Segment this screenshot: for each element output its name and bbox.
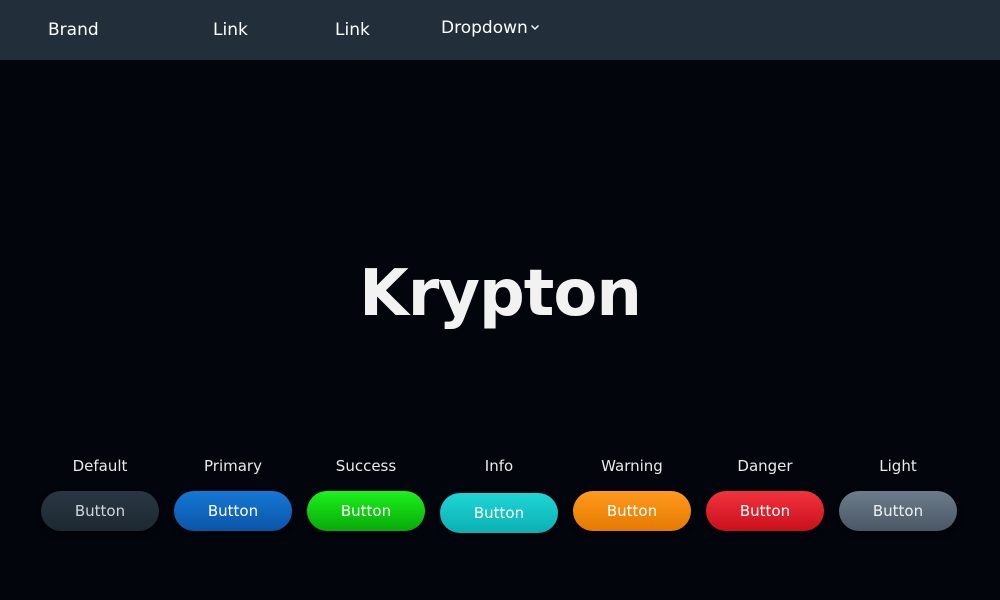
button-label-primary: Primary xyxy=(204,457,262,475)
navbar-brand[interactable]: Brand xyxy=(48,0,99,60)
button-label-danger: Danger xyxy=(737,457,793,475)
button-group-warning: Warning Button xyxy=(572,455,692,531)
button-label-warning: Warning xyxy=(601,457,663,475)
button-group-info: Info Button xyxy=(439,455,559,533)
nav-link-2[interactable]: Link xyxy=(335,0,370,60)
light-button[interactable]: Button xyxy=(839,491,957,531)
danger-button[interactable]: Button xyxy=(706,491,824,531)
button-group-danger: Danger Button xyxy=(705,455,825,531)
button-label-default: Default xyxy=(72,457,128,475)
default-button[interactable]: Button xyxy=(41,491,159,531)
warning-button[interactable]: Button xyxy=(573,491,691,531)
info-button[interactable]: Button xyxy=(440,493,558,533)
button-group-light: Light Button xyxy=(838,455,958,531)
button-label-light: Light xyxy=(879,457,917,475)
button-group-primary: Primary Button xyxy=(173,455,293,531)
button-group-success: Success Button xyxy=(306,455,426,531)
success-button[interactable]: Button xyxy=(307,491,425,531)
nav-link-1[interactable]: Link xyxy=(213,0,248,60)
button-group-default: Default Button xyxy=(40,455,160,531)
nav-dropdown-label: Dropdown xyxy=(441,18,528,38)
button-label-success: Success xyxy=(335,457,397,475)
chevron-down-icon xyxy=(530,25,539,30)
navbar: Brand Link Link Dropdown xyxy=(0,0,1000,60)
primary-button[interactable]: Button xyxy=(174,491,292,531)
nav-dropdown[interactable]: Dropdown xyxy=(441,0,540,58)
button-label-info: Info xyxy=(484,457,514,475)
hero-title: Krypton xyxy=(359,257,642,331)
